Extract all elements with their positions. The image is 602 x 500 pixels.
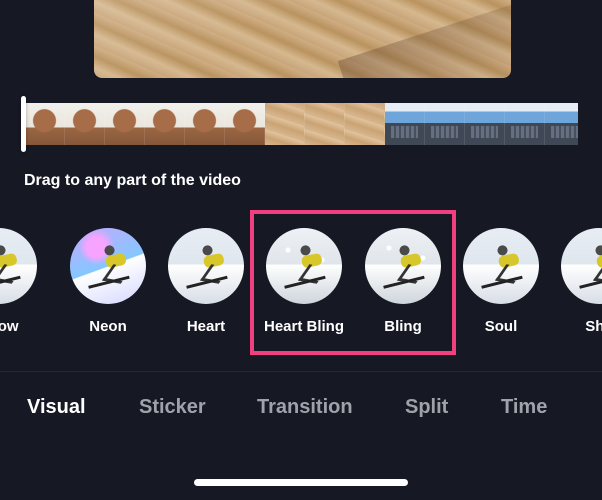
skier-image xyxy=(283,239,332,292)
tab-visual[interactable]: Visual xyxy=(27,396,86,419)
effect-heart-bling[interactable]: Heart Bling xyxy=(262,228,346,346)
neon-effect-thumbnail xyxy=(70,228,146,304)
effect-label: Heart xyxy=(186,318,226,335)
effect-neon[interactable]: Neon xyxy=(66,228,150,346)
effect-shadow[interactable]: Sha xyxy=(557,228,602,346)
section-divider xyxy=(0,371,602,372)
skier-image xyxy=(578,239,602,292)
effect-label: Soul xyxy=(484,318,518,335)
timeline-frame xyxy=(65,103,105,145)
drag-instruction: Drag to any part of the video xyxy=(24,172,241,189)
heart-effect-thumbnail xyxy=(168,228,244,304)
tab-transition[interactable]: Transition xyxy=(257,396,353,419)
timeline-frame xyxy=(265,103,305,145)
timeline-frame xyxy=(545,103,578,145)
timeline-frame xyxy=(385,103,425,145)
tab-sticker[interactable]: Sticker xyxy=(139,396,206,419)
tab-time[interactable]: Time xyxy=(501,396,547,419)
timeline-frame xyxy=(185,103,225,145)
timeline-frame xyxy=(225,103,265,145)
effect-label: Sha xyxy=(585,318,602,335)
timeline-frame xyxy=(465,103,505,145)
timeline-frame xyxy=(105,103,145,145)
effect-label: Neon xyxy=(89,318,127,335)
timeline-frame xyxy=(425,103,465,145)
skier-image xyxy=(185,239,234,292)
rainbow-effect-thumbnail xyxy=(0,228,37,304)
skier-image xyxy=(382,239,431,292)
heart-bling-effect-thumbnail xyxy=(266,228,342,304)
effect-label: Bling xyxy=(384,318,422,335)
effect-label: nbow xyxy=(0,318,19,335)
shadow-effect-thumbnail xyxy=(561,228,602,304)
effect-category-tabs: Visual Sticker Transition Split Time xyxy=(0,396,602,436)
video-effects-screen: Drag to any part of the video nbow Neon xyxy=(0,0,602,500)
home-indicator[interactable] xyxy=(194,479,408,486)
skier-image xyxy=(0,239,28,292)
timeline-frame xyxy=(505,103,545,145)
timeline-frame xyxy=(25,103,65,145)
skier-image xyxy=(480,239,529,292)
video-preview[interactable] xyxy=(94,0,511,78)
effect-heart[interactable]: Heart xyxy=(164,228,248,346)
skier-image xyxy=(87,239,136,292)
effects-carousel: nbow Neon Heart xyxy=(0,228,602,346)
effect-label: Heart Bling xyxy=(263,318,344,335)
video-timeline[interactable] xyxy=(25,103,578,145)
timeline-playhead[interactable] xyxy=(21,96,26,152)
timeline-frame xyxy=(305,103,345,145)
soul-effect-thumbnail xyxy=(463,228,539,304)
timeline-frame xyxy=(345,103,385,145)
bling-effect-thumbnail xyxy=(365,228,441,304)
effect-soul[interactable]: Soul xyxy=(459,228,543,346)
tab-split[interactable]: Split xyxy=(405,396,448,419)
effect-bling[interactable]: Bling xyxy=(361,228,445,346)
effect-rainbow[interactable]: nbow xyxy=(0,228,41,346)
timeline-frame xyxy=(145,103,185,145)
